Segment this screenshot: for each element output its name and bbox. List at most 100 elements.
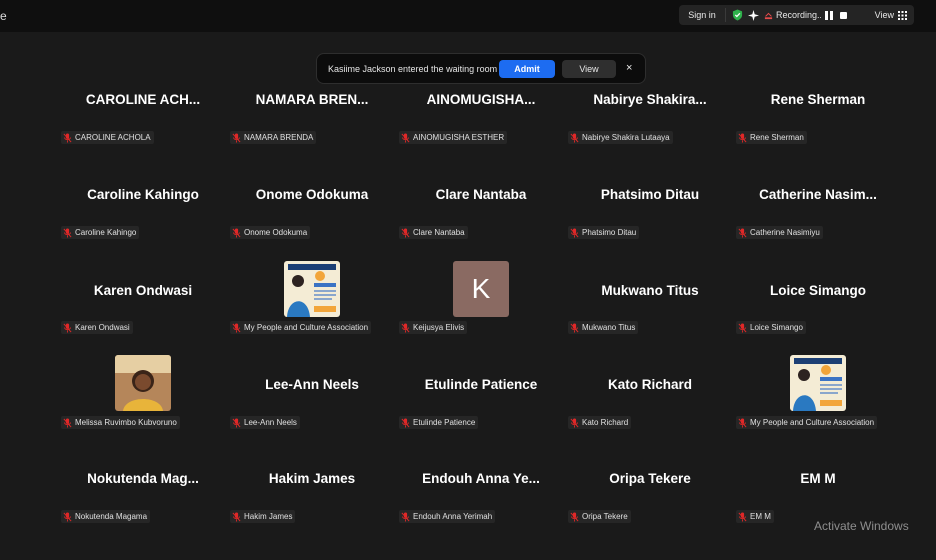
participant-display-name: Loice Simango [769, 283, 867, 298]
participant-name-label: Loice Simango [750, 323, 803, 332]
participant-name-tag: Nabirye Shakira Lutaaya [568, 131, 673, 144]
participant-poster-image [284, 261, 340, 317]
participant-poster-image [790, 355, 846, 411]
muted-mic-icon [63, 228, 72, 237]
muted-mic-icon [738, 228, 747, 237]
muted-mic-icon [570, 133, 579, 142]
participant-display-name: Oripa Tekere [609, 471, 691, 486]
participant-tile[interactable]: NAMARA BREN... NAMARA BRENDA [228, 86, 396, 180]
muted-mic-icon [401, 418, 410, 427]
muted-mic-icon [738, 418, 747, 427]
top-controls: Sign in Recording... View [679, 5, 914, 25]
muted-mic-icon [401, 228, 410, 237]
participant-tile[interactable]: Nokutenda Mag... Nokutenda Magama [59, 466, 227, 560]
participant-tile[interactable]: Endouh Anna Ye... Endouh Anna Yerimah [397, 466, 565, 560]
muted-mic-icon [232, 323, 241, 332]
muted-mic-icon [401, 323, 410, 332]
participant-tile[interactable]: Rene Sherman Rene Sherman [734, 86, 902, 180]
participant-photo [115, 355, 171, 411]
participant-tile[interactable]: Karen Ondwasi Karen Ondwasi [59, 261, 227, 355]
muted-mic-icon [570, 512, 579, 521]
participant-name-label: EM M [750, 512, 771, 521]
pause-recording-button[interactable] [825, 10, 833, 20]
muted-mic-icon [738, 512, 747, 521]
participant-tile[interactable]: Nabirye Shakira... Nabirye Shakira Lutaay… [566, 86, 734, 180]
participant-name-label: CAROLINE ACHOLA [75, 133, 151, 142]
view-button[interactable]: View [875, 10, 894, 20]
participant-avatar: K [453, 261, 509, 317]
participant-display-name: Nokutenda Mag... [87, 471, 199, 486]
participant-name-tag: Nokutenda Magama [61, 510, 151, 523]
shield-check-icon[interactable] [732, 9, 743, 21]
participant-tile[interactable]: Melissa Ruvimbo Kubvoruno [59, 355, 227, 449]
muted-mic-icon [570, 323, 579, 332]
muted-mic-icon [232, 228, 241, 237]
participant-name-tag: Onome Odokuma [230, 226, 311, 239]
participant-name-label: Kato Richard [582, 418, 629, 427]
participant-name-label: Rene Sherman [750, 133, 804, 142]
participant-name-tag: AINOMUGISHA ESTHER [399, 131, 508, 144]
participant-name-tag: My People and Culture Association [230, 321, 372, 334]
stop-recording-button[interactable] [840, 11, 847, 19]
participant-name-tag: EM M [736, 510, 774, 523]
muted-mic-icon [63, 133, 72, 142]
participant-tile[interactable]: EM M EM M [734, 466, 902, 560]
participant-tile[interactable]: Etulinde Patience Etulinde Patience [397, 355, 565, 449]
participant-tile[interactable]: K Keijusya Elivis [397, 261, 565, 355]
participant-display-name: Endouh Anna Ye... [422, 471, 540, 486]
participant-name-tag: Kato Richard [568, 416, 632, 429]
participant-name-label: Mukwano Titus [582, 323, 636, 332]
participant-name-label: Etulinde Patience [413, 418, 476, 427]
meeting-top-bar: e Sign in Recording... View [0, 0, 936, 32]
participant-name-label: Nabirye Shakira Lutaaya [582, 133, 670, 142]
participant-name-label: Catherine Nasimiyu [750, 228, 820, 237]
muted-mic-icon [232, 133, 241, 142]
participant-name-label: Onome Odokuma [244, 228, 308, 237]
participant-name-tag: NAMARA BRENDA [230, 131, 317, 144]
participant-tile[interactable]: My People and Culture Association [734, 355, 902, 449]
participant-name-tag: Phatsimo Ditau [568, 226, 640, 239]
participant-tile[interactable]: Loice Simango Loice Simango [734, 261, 902, 355]
participant-name-tag: Catherine Nasimiyu [736, 226, 823, 239]
participant-name-label: My People and Culture Association [750, 418, 875, 427]
participant-display-name: Phatsimo Ditau [600, 187, 700, 202]
participant-tile[interactable]: Hakim James Hakim James [228, 466, 396, 560]
participant-name-tag: Melissa Ruvimbo Kubvoruno [61, 416, 180, 429]
participant-display-name: Kato Richard [607, 377, 692, 392]
ai-sparkle-icon[interactable] [748, 9, 759, 21]
participant-display-name: Lee-Ann Neels [265, 377, 359, 392]
participant-display-name: Nabirye Shakira... [593, 92, 707, 107]
participant-name-label: Clare Nantaba [413, 228, 465, 237]
participant-name-tag: Lee-Ann Neels [230, 416, 300, 429]
sign-in-button[interactable]: Sign in [679, 10, 725, 20]
participant-name-tag: Loice Simango [736, 321, 806, 334]
participant-tile[interactable]: Oripa Tekere Oripa Tekere [566, 466, 734, 560]
participant-tile[interactable]: Mukwano Titus Mukwano Titus [566, 261, 734, 355]
participant-name-label: Oripa Tekere [582, 512, 628, 521]
participant-tile[interactable]: AINOMUGISHA... AINOMUGISHA ESTHER [397, 86, 565, 180]
participant-name-tag: My People and Culture Association [736, 416, 878, 429]
participant-tile[interactable]: Kato Richard Kato Richard [566, 355, 734, 449]
muted-mic-icon [570, 228, 579, 237]
view-waiting-room-button[interactable]: View [562, 60, 616, 78]
recording-status: Recording... [776, 10, 821, 20]
participant-display-name: Onome Odokuma [255, 187, 369, 202]
muted-mic-icon [63, 512, 72, 521]
admit-button[interactable]: Admit [499, 60, 555, 78]
participant-tile[interactable]: Lee-Ann Neels Lee-Ann Neels [228, 355, 396, 449]
grid-icon[interactable] [898, 10, 907, 20]
muted-mic-icon [738, 133, 747, 142]
recording-icon [764, 12, 773, 19]
participant-tile[interactable]: My People and Culture Association [228, 261, 396, 355]
participant-name-label: Phatsimo Ditau [582, 228, 637, 237]
participant-name-label: Nokutenda Magama [75, 512, 148, 521]
close-notification-button[interactable]: × [626, 62, 632, 74]
participant-tile[interactable]: CAROLINE ACH... CAROLINE ACHOLA [59, 86, 227, 180]
participant-name-label: Hakim James [244, 512, 293, 521]
notification-message: Kasiime Jackson entered the waiting room [328, 64, 498, 74]
muted-mic-icon [232, 418, 241, 427]
window-edge-text: e [0, 9, 7, 23]
participant-name-label: Melissa Ruvimbo Kubvoruno [75, 418, 177, 427]
muted-mic-icon [63, 418, 72, 427]
participant-name-tag: Caroline Kahingo [61, 226, 140, 239]
